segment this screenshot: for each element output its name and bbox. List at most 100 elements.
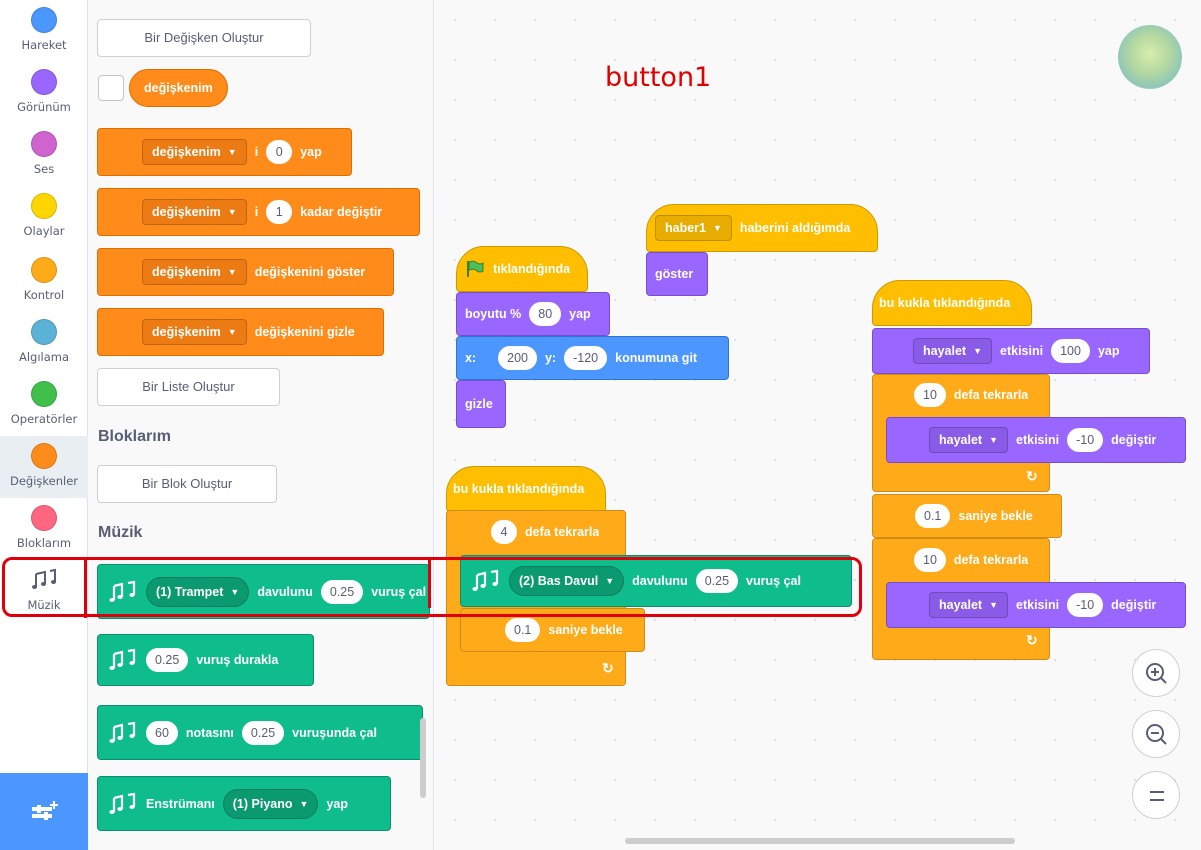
category-looks[interactable]: Görünüm: [0, 62, 88, 124]
category-control-dot-icon: [31, 257, 57, 283]
show-variable-block[interactable]: değişkenim ▼ değişkenini göster: [97, 248, 394, 296]
block-text: bu kukla tıklandığında: [879, 296, 1011, 310]
make-block-button[interactable]: Bir Blok Oluştur: [97, 465, 277, 503]
block-text: notasını: [185, 725, 234, 740]
music-notes-icon: [109, 580, 136, 602]
set-instrument-block[interactable]: Enstrümanı (1) Piyano ▼ yap: [97, 776, 391, 831]
when-sprite-clicked-hat-block[interactable]: bu kukla tıklandığında: [446, 466, 606, 512]
category-label: Kontrol: [23, 288, 65, 302]
y-input[interactable]: -120: [564, 346, 608, 370]
block-text: kadar değiştir: [300, 205, 383, 219]
when-sprite-clicked-hat-block[interactable]: bu kukla tıklandığında: [872, 280, 1032, 326]
change-variable-block[interactable]: değişkenim ▼ i 1 kadar değiştir: [97, 188, 420, 236]
category-variables[interactable]: Değişkenler: [0, 436, 88, 498]
beats-input[interactable]: 0.25: [320, 579, 364, 604]
set-size-block[interactable]: boyutu % 80 yap: [456, 292, 610, 336]
dropdown-value: değişkenim: [152, 145, 221, 159]
note-input[interactable]: 60: [146, 720, 178, 745]
category-operators[interactable]: Operatörler: [0, 374, 88, 436]
category-events-dot-icon: [31, 193, 57, 219]
beats-input[interactable]: 0.25: [241, 720, 285, 745]
variable-dropdown[interactable]: değişkenim ▼: [142, 139, 247, 165]
value-input[interactable]: 0: [266, 140, 293, 164]
change-effect-block[interactable]: hayalet ▼ etkisini -10 değiştir: [886, 582, 1186, 628]
hide-block[interactable]: gizle: [456, 380, 506, 428]
go-to-xy-block[interactable]: x: 200 y: -120 konumuna git: [456, 336, 729, 380]
drum-dropdown[interactable]: (1) Trampet ▼: [146, 576, 250, 607]
category-control[interactable]: Kontrol: [0, 250, 88, 312]
palette-scrollbar[interactable]: [420, 718, 426, 798]
block-text: Enstrümanı: [146, 796, 215, 811]
zoom-out-button[interactable]: [1132, 710, 1180, 758]
repeat-count-input[interactable]: 4: [491, 520, 517, 544]
show-block[interactable]: göster: [646, 252, 708, 296]
effect-value-input[interactable]: -10: [1067, 593, 1104, 617]
repeat-count-input[interactable]: 10: [914, 548, 946, 572]
block-text: vuruş çal: [371, 584, 427, 599]
variable-monitor-checkbox[interactable]: [98, 75, 124, 101]
make-variable-button[interactable]: Bir Değişken Oluştur: [97, 19, 311, 57]
make-list-button[interactable]: Bir Liste Oluştur: [97, 368, 280, 406]
when-flag-clicked-hat-block[interactable]: tıklandığında: [456, 246, 588, 292]
effect-dropdown[interactable]: hayalet ▼: [929, 427, 1009, 453]
play-drum-block[interactable]: (1) Trampet ▼ davulunu 0.25 vuruş çal: [97, 564, 430, 619]
category-motion[interactable]: Hareket: [0, 0, 88, 62]
effect-dropdown[interactable]: hayalet ▼: [913, 338, 993, 364]
beats-input[interactable]: 0.25: [695, 569, 739, 593]
script-area-scrollbar[interactable]: [625, 838, 1015, 844]
category-my-blocks[interactable]: Bloklarım: [0, 498, 88, 560]
repeat-count-input[interactable]: 10: [914, 383, 946, 407]
category-label: Bloklarım: [16, 536, 72, 550]
add-extension-button[interactable]: [0, 773, 88, 850]
block-text: davulunu: [632, 574, 688, 588]
effect-dropdown[interactable]: hayalet ▼: [929, 592, 1009, 618]
variable-dropdown[interactable]: değişkenim ▼: [142, 259, 247, 285]
block-text: tıklandığında: [493, 262, 571, 276]
size-input[interactable]: 80: [529, 302, 562, 326]
block-text: göster: [655, 267, 694, 281]
wait-block[interactable]: 0.1 saniye bekle: [460, 608, 645, 652]
instrument-dropdown[interactable]: (1) Piyano ▼: [222, 788, 319, 819]
category-label: Müzik: [27, 598, 61, 612]
x-input[interactable]: 200: [498, 346, 537, 370]
zoom-in-button[interactable]: [1132, 649, 1180, 697]
variable-dropdown[interactable]: değişkenim ▼: [142, 319, 247, 345]
variable-reporter[interactable]: değişkenim: [129, 69, 228, 107]
category-looks-dot-icon: [31, 69, 57, 95]
block-text: etkisini: [1000, 344, 1044, 358]
wait-seconds-input[interactable]: 0.1: [505, 618, 541, 642]
category-sensing[interactable]: Algılama: [0, 312, 88, 374]
effect-value-input[interactable]: -10: [1067, 428, 1104, 452]
block-text: defa tekrarla: [525, 525, 600, 539]
wait-block[interactable]: 0.1 saniye bekle: [872, 494, 1062, 538]
wait-seconds-input[interactable]: 0.1: [915, 504, 951, 528]
dropdown-value: değişkenim: [152, 205, 221, 219]
play-note-block[interactable]: 60 notasını 0.25 vuruşunda çal: [97, 705, 423, 760]
category-music[interactable]: Müzik: [0, 560, 88, 622]
play-drum-block[interactable]: (2) Bas Davul ▼ davulunu 0.25 vuruş çal: [460, 555, 852, 607]
hide-variable-block[interactable]: değişkenim ▼ değişkenini gizle: [97, 308, 384, 356]
category-label: Hareket: [21, 38, 67, 52]
category-sound[interactable]: Ses: [0, 124, 88, 186]
block-text: i: [254, 205, 259, 219]
category-my-blocks-dot-icon: [31, 505, 57, 531]
beats-input[interactable]: 0.25: [146, 648, 189, 672]
category-motion-dot-icon: [31, 7, 57, 33]
set-effect-block[interactable]: hayalet ▼ etkisini 100 yap: [872, 328, 1150, 374]
when-receive-hat-block[interactable]: haber1 ▼ haberini aldığımda: [646, 204, 878, 252]
set-variable-block[interactable]: değişkenim ▼ i 0 yap: [97, 128, 352, 176]
drum-dropdown[interactable]: (2) Bas Davul ▼: [509, 566, 625, 596]
block-text: x:: [465, 351, 477, 365]
change-effect-block[interactable]: hayalet ▼ etkisini -10 değiştir: [886, 417, 1186, 463]
rest-block[interactable]: 0.25 vuruş durakla: [97, 634, 314, 686]
music-notes-icon: [109, 792, 136, 814]
block-text: gizle: [465, 397, 493, 411]
effect-value-input[interactable]: 100: [1051, 339, 1090, 363]
block-text: değişkenini gizle: [254, 325, 355, 339]
value-input[interactable]: 1: [266, 200, 293, 224]
zoom-reset-button[interactable]: [1132, 771, 1180, 819]
category-events[interactable]: Olaylar: [0, 186, 88, 248]
variable-dropdown[interactable]: değişkenim ▼: [142, 199, 247, 225]
message-dropdown[interactable]: haber1 ▼: [655, 215, 732, 241]
block-text: değişkenini göster: [254, 265, 366, 279]
